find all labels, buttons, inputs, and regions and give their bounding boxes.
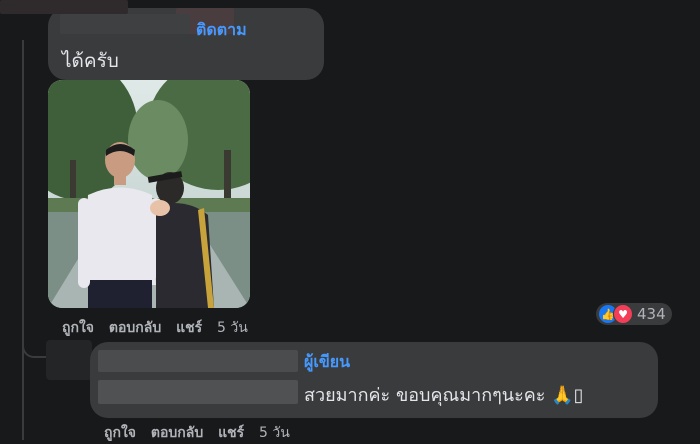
- comment-photo[interactable]: [48, 80, 250, 308]
- blurred-commenter-name: [60, 14, 190, 34]
- share-button[interactable]: แชร์: [218, 425, 244, 441]
- comment-actions: ถูกใจ ตอบกลับ แชร์ 5 วัน: [62, 317, 258, 339]
- blurred-commenter-name: [0, 0, 128, 14]
- reply-actions: ถูกใจ ตอบกลับ แชร์ 5 วัน: [104, 422, 300, 444]
- comment-text: ได้ครับ: [62, 50, 119, 72]
- reply-button[interactable]: ตอบกลับ: [151, 425, 203, 441]
- reaction-count: 434: [637, 305, 666, 323]
- share-button[interactable]: แชร์: [176, 320, 202, 336]
- reply-button[interactable]: ตอบกลับ: [109, 320, 161, 336]
- avatar[interactable]: [46, 340, 92, 380]
- like-button[interactable]: ถูกใจ: [62, 320, 94, 336]
- blurred-author-name: [98, 350, 298, 372]
- author-badge: ผู้เขียน: [304, 352, 351, 371]
- follow-link[interactable]: ติดตาม: [196, 18, 247, 43]
- reply-text: สวยมากค่ะ ขอบคุณมากๆนะคะ 🙏▯: [304, 385, 584, 406]
- thread-line: [22, 40, 24, 440]
- blurred-text: [98, 380, 298, 404]
- love-icon: ♥: [613, 304, 633, 324]
- comment-timestamp[interactable]: 5 วัน: [217, 320, 248, 336]
- reply-timestamp[interactable]: 5 วัน: [259, 425, 290, 441]
- photo-graduation-image: [48, 80, 250, 308]
- reply-connector: [22, 344, 46, 358]
- like-button[interactable]: ถูกใจ: [104, 425, 136, 441]
- reaction-summary[interactable]: 👍 ♥ 434: [596, 303, 672, 325]
